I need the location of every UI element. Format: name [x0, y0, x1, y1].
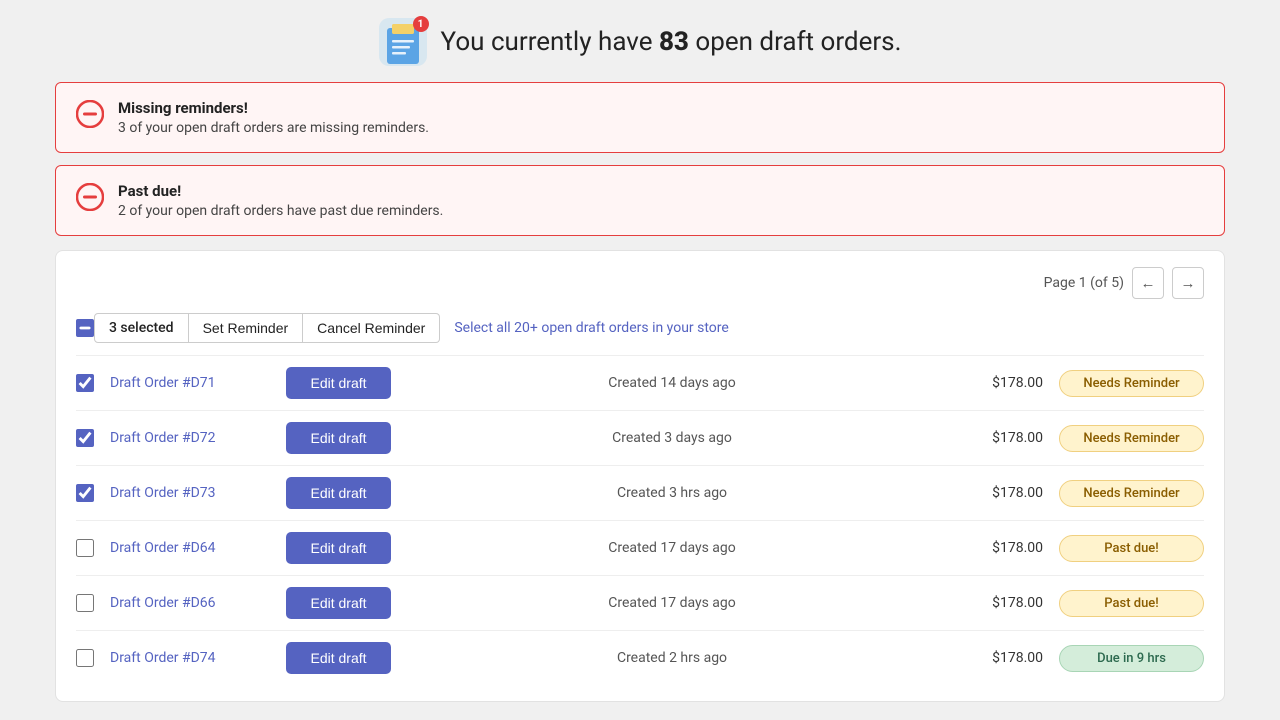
edit-draft-button-D71[interactable]: Edit draft — [286, 367, 391, 399]
order-checkbox-D64[interactable] — [76, 539, 94, 557]
status-badge-D72: Needs Reminder — [1059, 425, 1204, 452]
order-checkbox-D66[interactable] — [76, 594, 94, 612]
created-label-D66: Created 17 days ago — [407, 595, 937, 611]
missing-reminders-alert: Missing reminders! 3 of your open draft … — [55, 82, 1225, 153]
status-badge-D64: Past due! — [1059, 535, 1204, 562]
created-label-D64: Created 17 days ago — [407, 540, 937, 556]
created-label-D72: Created 3 days ago — [407, 430, 937, 446]
edit-draft-button-D66[interactable]: Edit draft — [286, 587, 391, 619]
page-header: 1 You currently have 83 open draft order… — [0, 0, 1280, 82]
next-page-button[interactable]: → — [1172, 267, 1204, 299]
no-entry-icon — [76, 100, 104, 128]
missing-reminders-text: Missing reminders! 3 of your open draft … — [118, 99, 429, 136]
order-link-D66[interactable]: Draft Order #D66 — [110, 595, 270, 611]
created-label-D74: Created 2 hrs ago — [407, 650, 937, 666]
pagination-label: Page 1 (of 5) — [1044, 275, 1124, 291]
price-label-D73: $178.00 — [953, 485, 1043, 501]
selection-toolbar: 3 selected Set Reminder Cancel Reminder … — [76, 313, 1204, 343]
edit-draft-button-D73[interactable]: Edit draft — [286, 477, 391, 509]
orders-table: Page 1 (of 5) ← → 3 selected Set Reminde… — [55, 250, 1225, 702]
select-all-checkbox[interactable] — [76, 319, 94, 337]
price-label-D72: $178.00 — [953, 430, 1043, 446]
status-badge-D66: Past due! — [1059, 590, 1204, 617]
status-badge-D74: Due in 9 hrs — [1059, 645, 1204, 672]
notification-badge: 1 — [413, 16, 429, 32]
table-row: Draft Order #D71 Edit draft Created 14 d… — [76, 355, 1204, 410]
table-row: Draft Order #D74 Edit draft Created 2 hr… — [76, 630, 1204, 685]
price-label-D64: $178.00 — [953, 540, 1043, 556]
edit-draft-button-D72[interactable]: Edit draft — [286, 422, 391, 454]
set-reminder-button[interactable]: Set Reminder — [189, 313, 304, 343]
order-checkbox-D72[interactable] — [76, 429, 94, 447]
status-badge-D73: Needs Reminder — [1059, 480, 1204, 507]
price-label-D74: $178.00 — [953, 650, 1043, 666]
order-checkbox-D71[interactable] — [76, 374, 94, 392]
edit-draft-button-D64[interactable]: Edit draft — [286, 532, 391, 564]
prev-page-button[interactable]: ← — [1132, 267, 1164, 299]
table-row: Draft Order #D73 Edit draft Created 3 hr… — [76, 465, 1204, 520]
created-label-D71: Created 14 days ago — [407, 375, 937, 391]
edit-draft-button-D74[interactable]: Edit draft — [286, 642, 391, 674]
table-row: Draft Order #D66 Edit draft Created 17 d… — [76, 575, 1204, 630]
table-row: Draft Order #D64 Edit draft Created 17 d… — [76, 520, 1204, 575]
alerts-section: Missing reminders! 3 of your open draft … — [0, 82, 1280, 236]
select-all-checkbox-wrapper[interactable] — [76, 319, 94, 337]
order-link-D74[interactable]: Draft Order #D74 — [110, 650, 270, 666]
order-link-D64[interactable]: Draft Order #D64 — [110, 540, 270, 556]
table-row: Draft Order #D72 Edit draft Created 3 da… — [76, 410, 1204, 465]
price-label-D66: $178.00 — [953, 595, 1043, 611]
orders-list: Draft Order #D71 Edit draft Created 14 d… — [76, 355, 1204, 685]
select-all-link[interactable]: Select all 20+ open draft orders in your… — [454, 320, 728, 336]
cancel-reminder-button[interactable]: Cancel Reminder — [303, 313, 440, 343]
past-due-text: Past due! 2 of your open draft orders ha… — [118, 182, 443, 219]
past-due-alert: Past due! 2 of your open draft orders ha… — [55, 165, 1225, 236]
pagination-row: Page 1 (of 5) ← → — [76, 267, 1204, 299]
order-checkbox-D74[interactable] — [76, 649, 94, 667]
app-icon: 1 — [379, 18, 427, 66]
no-entry-icon-2 — [76, 183, 104, 211]
order-link-D72[interactable]: Draft Order #D72 — [110, 430, 270, 446]
created-label-D73: Created 3 hrs ago — [407, 485, 937, 501]
price-label-D71: $178.00 — [953, 375, 1043, 391]
page-title: You currently have 83 open draft orders. — [441, 27, 902, 57]
order-checkbox-D73[interactable] — [76, 484, 94, 502]
order-link-D71[interactable]: Draft Order #D71 — [110, 375, 270, 391]
selected-count-badge: 3 selected — [94, 313, 189, 343]
status-badge-D71: Needs Reminder — [1059, 370, 1204, 397]
order-link-D73[interactable]: Draft Order #D73 — [110, 485, 270, 501]
